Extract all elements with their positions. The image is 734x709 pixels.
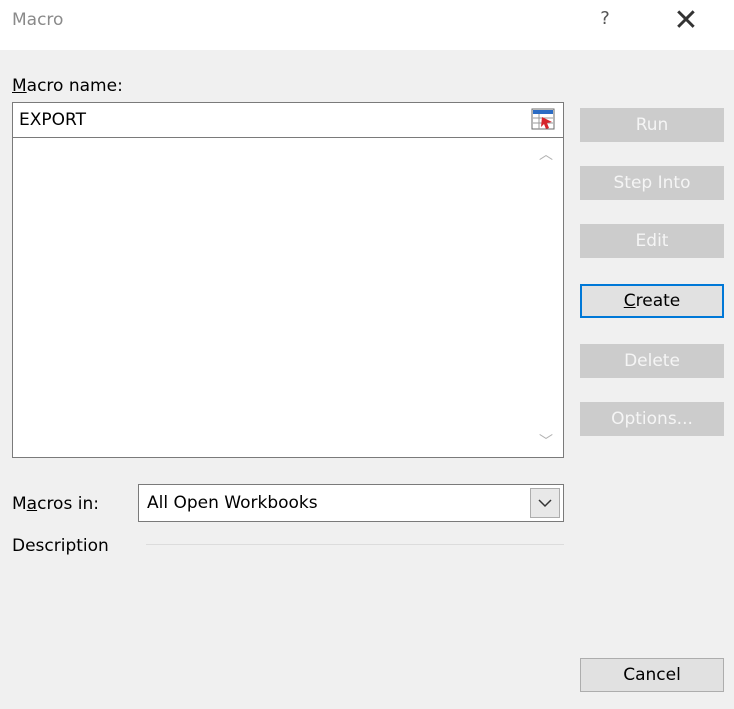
macro-name-value: EXPORT xyxy=(19,110,86,130)
options-button[interactable]: Options... xyxy=(580,402,724,436)
help-button[interactable]: ? xyxy=(594,8,616,29)
macro-name-label: Macro name: xyxy=(12,76,123,96)
cancel-button[interactable]: Cancel xyxy=(580,658,724,692)
description-label: Description xyxy=(12,536,109,556)
dropdown-button[interactable] xyxy=(530,488,560,518)
description-divider xyxy=(146,544,564,545)
title-bar: Macro ? ✕ xyxy=(0,0,734,50)
macro-name-field[interactable]: EXPORT xyxy=(12,102,564,138)
scroll-down-icon[interactable]: ﹀ xyxy=(539,431,553,451)
macro-list-scrollbar[interactable]: ︿ ﹀ xyxy=(529,138,563,457)
edit-button[interactable]: Edit xyxy=(580,224,724,258)
dialog-title: Macro xyxy=(12,10,64,30)
run-button[interactable]: Run xyxy=(580,108,724,142)
macro-list[interactable]: ︿ ﹀ xyxy=(12,138,564,458)
step-into-button[interactable]: Step Into xyxy=(580,166,724,200)
macros-in-label: Macros in: xyxy=(12,494,99,514)
macros-in-dropdown[interactable]: All Open Workbooks xyxy=(138,484,564,522)
create-button[interactable]: Create xyxy=(580,284,724,318)
collapse-dialog-icon[interactable] xyxy=(531,108,555,130)
delete-button[interactable]: Delete xyxy=(580,344,724,378)
chevron-down-icon xyxy=(538,499,552,508)
scroll-up-icon[interactable]: ︿ xyxy=(539,144,553,164)
close-button[interactable]: ✕ xyxy=(666,2,706,40)
macros-in-value: All Open Workbooks xyxy=(147,493,318,513)
